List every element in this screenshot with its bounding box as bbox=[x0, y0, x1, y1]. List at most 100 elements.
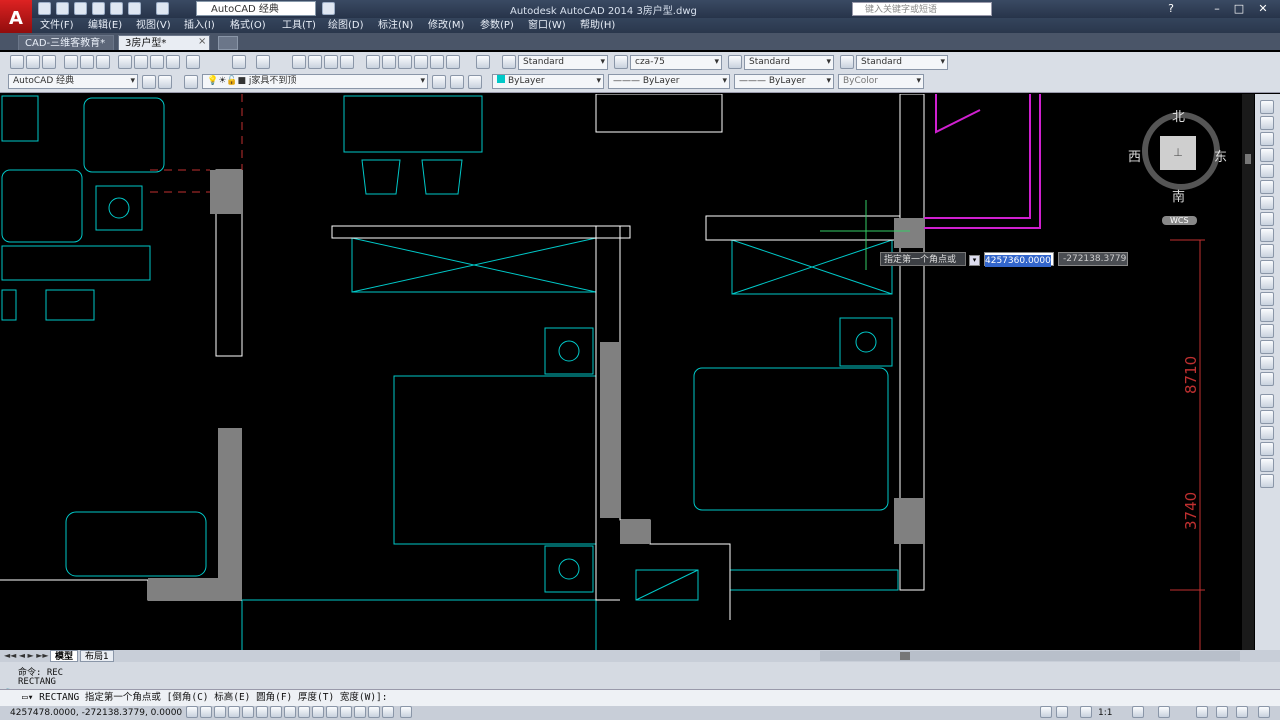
copy-object-icon[interactable] bbox=[1260, 410, 1274, 424]
markup-icon[interactable] bbox=[430, 55, 444, 69]
doc-tab-education[interactable]: CAD-三维客教育* bbox=[18, 35, 114, 50]
workspace-select[interactable]: AutoCAD 经典 bbox=[8, 74, 138, 89]
lineweight-toggle-icon[interactable] bbox=[326, 706, 338, 718]
menu-format[interactable]: 格式(O) bbox=[230, 18, 266, 33]
quick-view-layouts-icon[interactable] bbox=[1040, 706, 1052, 718]
menu-modify[interactable]: 修改(M) bbox=[428, 18, 464, 33]
viewcube-top-face[interactable]: ⊥ bbox=[1160, 136, 1196, 170]
doc-tab-active[interactable]: 3房户型* bbox=[118, 35, 210, 50]
properties-icon[interactable] bbox=[366, 55, 380, 69]
customize-icon[interactable] bbox=[322, 2, 335, 15]
scroll-thumb[interactable] bbox=[1245, 154, 1251, 164]
tool-palettes-icon[interactable] bbox=[398, 55, 412, 69]
color-select[interactable]: ByLayer bbox=[492, 74, 604, 89]
search-input[interactable]: 键入关键字或短语 bbox=[852, 2, 992, 16]
viewcube-north[interactable]: 北 bbox=[1172, 106, 1185, 125]
redo-icon[interactable] bbox=[156, 2, 169, 15]
quick-properties-icon[interactable] bbox=[354, 706, 366, 718]
table-style-icon[interactable] bbox=[728, 55, 742, 69]
menu-insert[interactable]: 插入(I) bbox=[184, 18, 215, 33]
infer-constraints-icon[interactable] bbox=[186, 706, 198, 718]
menu-edit[interactable]: 编辑(E) bbox=[88, 18, 122, 33]
dyn-icon[interactable] bbox=[312, 706, 324, 718]
tab-nav-arrows-icon[interactable]: ◄◄ ◄ ► ►► bbox=[4, 651, 49, 660]
maximize-button[interactable]: □ bbox=[1228, 1, 1250, 16]
hatch-icon[interactable] bbox=[1260, 308, 1274, 322]
dim-style-select[interactable]: cza-75 bbox=[630, 55, 722, 70]
plotstyle-select[interactable]: ByColor bbox=[838, 74, 924, 89]
menu-file[interactable]: 文件(F) bbox=[40, 18, 74, 33]
table-style-select[interactable]: Standard bbox=[744, 55, 834, 70]
menu-view[interactable]: 视图(V) bbox=[136, 18, 171, 33]
zoom-previous-icon[interactable] bbox=[340, 55, 354, 69]
paste-icon[interactable] bbox=[150, 55, 164, 69]
grid-icon[interactable] bbox=[214, 706, 226, 718]
ellipse-icon[interactable] bbox=[1260, 244, 1274, 258]
menu-tools[interactable]: 工具(T) bbox=[282, 18, 316, 33]
selection-cycling-icon[interactable] bbox=[368, 706, 380, 718]
horizontal-scrollbar[interactable] bbox=[820, 651, 1240, 661]
save-as-icon[interactable] bbox=[92, 2, 105, 15]
workspace-settings-icon[interactable] bbox=[142, 75, 156, 89]
lineweight-select[interactable]: ——— ByLayer bbox=[734, 74, 834, 89]
zoom-window-icon[interactable] bbox=[324, 55, 338, 69]
polar-icon[interactable] bbox=[242, 706, 254, 718]
annotation-monitor-icon[interactable] bbox=[382, 706, 394, 718]
copy-icon[interactable] bbox=[134, 55, 148, 69]
save-icon[interactable] bbox=[74, 2, 87, 15]
line-icon[interactable] bbox=[1260, 100, 1274, 114]
hscroll-thumb[interactable] bbox=[900, 652, 910, 660]
layer-state-icon[interactable] bbox=[468, 75, 482, 89]
move-icon[interactable] bbox=[1260, 474, 1274, 488]
status-menu-icon[interactable] bbox=[1236, 706, 1248, 718]
block-editor-icon[interactable] bbox=[186, 55, 200, 69]
help-icon[interactable]: ? bbox=[1160, 1, 1182, 16]
spline-icon[interactable] bbox=[1260, 228, 1274, 242]
workspace-switch-icon[interactable] bbox=[1132, 706, 1144, 718]
make-block-icon[interactable] bbox=[1260, 276, 1274, 290]
polygon-icon[interactable] bbox=[1260, 148, 1274, 162]
layer-manager-icon[interactable] bbox=[184, 75, 198, 89]
redo-icon[interactable] bbox=[256, 55, 270, 69]
3d-osnap-icon[interactable] bbox=[270, 706, 282, 718]
workspace-select[interactable]: AutoCAD 经典 bbox=[196, 1, 316, 16]
menu-dimension[interactable]: 标注(N) bbox=[378, 18, 413, 33]
circle-icon[interactable] bbox=[1260, 196, 1274, 210]
save-icon[interactable] bbox=[42, 55, 56, 69]
snap-icon[interactable] bbox=[200, 706, 212, 718]
mtext-icon[interactable] bbox=[1260, 372, 1274, 386]
quick-view-drawings-icon[interactable] bbox=[1056, 706, 1068, 718]
sheet-set-icon[interactable] bbox=[414, 55, 428, 69]
mleader-style-icon[interactable] bbox=[840, 55, 854, 69]
annotation-scale[interactable]: 1:1 bbox=[1098, 706, 1112, 720]
publish-icon[interactable] bbox=[96, 55, 110, 69]
region-icon[interactable] bbox=[1260, 340, 1274, 354]
new-icon[interactable] bbox=[38, 2, 51, 15]
point-icon[interactable] bbox=[1260, 292, 1274, 306]
design-center-icon[interactable] bbox=[382, 55, 396, 69]
layer-select[interactable]: 💡☀🔓■ j家具不到顶 bbox=[202, 74, 428, 89]
new-tab-icon[interactable] bbox=[218, 36, 238, 50]
coordinate-readout[interactable]: 4257478.0000, -272138.3779, 0.0000 bbox=[10, 706, 182, 720]
isolate-objects-icon[interactable] bbox=[1216, 706, 1228, 718]
zoom-realtime-icon[interactable] bbox=[308, 55, 322, 69]
autocad-logo-icon[interactable]: A bbox=[0, 0, 32, 36]
plot-icon[interactable] bbox=[64, 55, 78, 69]
gradient-icon[interactable] bbox=[1260, 324, 1274, 338]
close-button[interactable]: ✕ bbox=[1252, 1, 1274, 16]
mleader-style-select[interactable]: Standard bbox=[856, 55, 948, 70]
offset-icon[interactable] bbox=[1260, 442, 1274, 456]
viewcube-west[interactable]: 西 bbox=[1128, 146, 1141, 165]
command-input[interactable]: RECTANG 指定第一个角点或 [倒角(C) 标高(E) 圆角(F) 厚度(T… bbox=[39, 692, 387, 703]
new-icon[interactable] bbox=[10, 55, 24, 69]
arc-icon[interactable] bbox=[1260, 180, 1274, 194]
revcloud-icon[interactable] bbox=[1260, 212, 1274, 226]
transparency-icon[interactable] bbox=[340, 706, 352, 718]
pan-icon[interactable] bbox=[292, 55, 306, 69]
table-icon[interactable] bbox=[1260, 356, 1274, 370]
dynamic-input-y[interactable]: -272138.3779 bbox=[1058, 252, 1128, 266]
viewcube-east[interactable]: 东 bbox=[1214, 146, 1227, 165]
open-icon[interactable] bbox=[56, 2, 69, 15]
cut-icon[interactable] bbox=[118, 55, 132, 69]
linetype-select[interactable]: ——— ByLayer bbox=[608, 74, 730, 89]
